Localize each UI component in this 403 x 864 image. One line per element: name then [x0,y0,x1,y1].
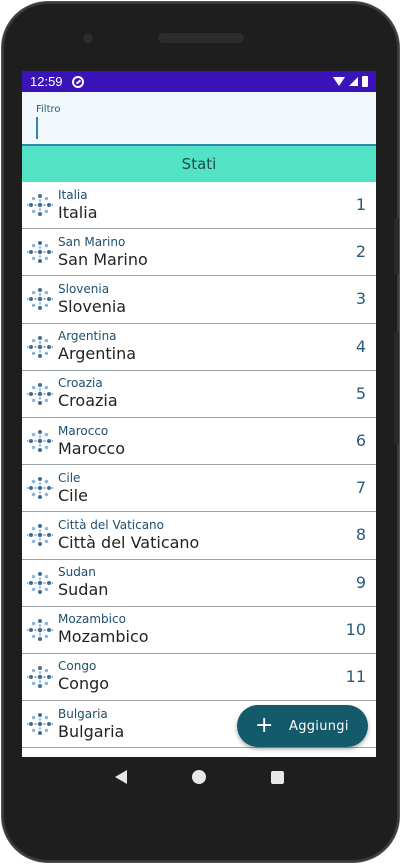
list-item-text: Mozambico Mozambico [58,612,149,647]
wifi-icon [333,77,345,86]
status-time: 12:59 [30,74,63,89]
list-item-number: 5 [355,383,366,403]
list-item-number: 7 [355,478,366,498]
list-item-text: Congo Congo [58,659,109,694]
flower-logo-icon [26,663,54,691]
list-item-title: Croazia [58,391,118,411]
list-item-number: 6 [355,430,366,450]
list-item[interactable]: Città del Vaticano Città del Vaticano 8 [22,512,376,560]
flower-logo-icon [26,521,54,549]
earpiece-speaker [158,33,244,43]
home-icon[interactable] [191,770,206,784]
section-header: Stati [22,146,376,182]
add-button-label: Aggiungi [289,718,349,734]
filter-label: Filtro [36,104,61,115]
back-icon[interactable] [114,770,127,784]
list-item-number: 4 [355,336,366,356]
status-bar: 12:59 [22,71,376,92]
list-item-text: Città del Vaticano Città del Vaticano [58,518,199,553]
list-item-text: Cile Cile [58,471,88,506]
front-camera [82,32,94,44]
app-screen: 12:59 Filtro Stati Italia Italia 1 San Mari… [22,71,376,757]
list-item-title: Bulgaria [58,721,125,741]
flower-logo-icon [26,569,54,597]
list-item-caption: San Marino [58,234,126,249]
list-item[interactable]: Cile Cile 7 [22,465,376,513]
power-button [394,332,399,444]
list-item-number: 11 [345,666,366,686]
list-item[interactable]: Croazia Croazia 5 [22,371,376,418]
list-item-caption: Marocco [58,423,109,438]
system-nav-bar [22,757,376,797]
flower-logo-icon [26,285,54,313]
list-item-title: Argentina [58,344,137,364]
list-item-caption: Città del Vaticano [58,517,165,532]
list-item-caption: Croazia [58,376,103,391]
list-item-caption: Mozambico [58,612,126,627]
list-item-title: San Marino [58,249,148,269]
section-title: Stati [181,155,217,173]
list-item-text: Italia Italia [58,188,98,223]
list-item[interactable]: Marocco Marocco 6 [22,418,376,466]
list-item-text: Argentina Argentina [58,329,136,364]
list-item-caption: Cile [58,470,81,485]
flower-logo-icon [26,474,54,502]
list-item-title: Slovenia [58,296,127,316]
list-item-text: San Marino San Marino [58,235,148,270]
list-item-title: Sudan [58,580,109,600]
add-button[interactable]: + Aggiungi [237,705,368,747]
list-item[interactable]: Slovenia Slovenia 3 [22,276,376,324]
list-item-caption: Bulgaria [58,706,108,721]
signal-icon [349,77,358,86]
list-item-title: Italia [58,202,98,222]
filter-input[interactable] [36,117,356,139]
recents-icon[interactable] [270,770,284,784]
list-item[interactable]: Argentina Argentina 4 [22,324,376,371]
flower-logo-icon [26,238,54,266]
list-item-number: 3 [355,289,366,309]
list-item-text: Marocco Marocco [58,424,125,459]
battery-icon [362,76,368,87]
data-saver-icon [71,75,84,88]
list-item-number: 2 [355,242,366,262]
filter-field[interactable]: Filtro [22,92,376,146]
list-item[interactable]: San Marino San Marino 2 [22,229,376,277]
list-item-title: Congo [58,674,110,694]
flower-logo-icon [26,710,54,738]
list-item-caption: Congo [58,659,97,674]
list-item[interactable]: Mozambico Mozambico 10 [22,607,376,654]
list-item-text: Sudan Sudan [58,565,108,600]
list-item-text: Bulgaria Bulgaria [58,707,124,742]
country-list[interactable]: Italia Italia 1 San Marino San Marino 2 Sloven… [22,182,376,749]
list-item-caption: Italia [58,187,88,202]
list-item-text: Croazia Croazia [58,376,118,411]
plus-icon: + [255,713,274,738]
list-item-title: Cile [58,485,88,505]
list-item-caption: Sudan [58,565,96,580]
status-icons [333,76,368,87]
volume-button [394,218,399,274]
list-item-caption: Argentina [58,329,117,344]
list-item-number: 9 [355,572,366,592]
list-item-number: 1 [355,195,366,214]
flower-logo-icon [26,191,54,219]
list-item-text: Slovenia Slovenia [58,282,126,317]
list-item-caption: Slovenia [58,281,110,296]
list-item-number: 10 [345,619,366,639]
flower-logo-icon [26,333,54,361]
flower-logo-icon [26,380,54,408]
list-item[interactable]: Italia Italia 1 [22,182,376,230]
list-item[interactable]: Congo Congo 11 [22,654,376,702]
list-item-title: Marocco [58,438,126,458]
list-item-title: Mozambico [58,627,149,647]
flower-logo-icon [26,427,54,455]
list-item[interactable]: Sudan Sudan 9 [22,560,376,607]
list-item-number: 8 [355,525,366,545]
flower-logo-icon [26,616,54,644]
list-item-title: Città del Vaticano [58,532,200,552]
